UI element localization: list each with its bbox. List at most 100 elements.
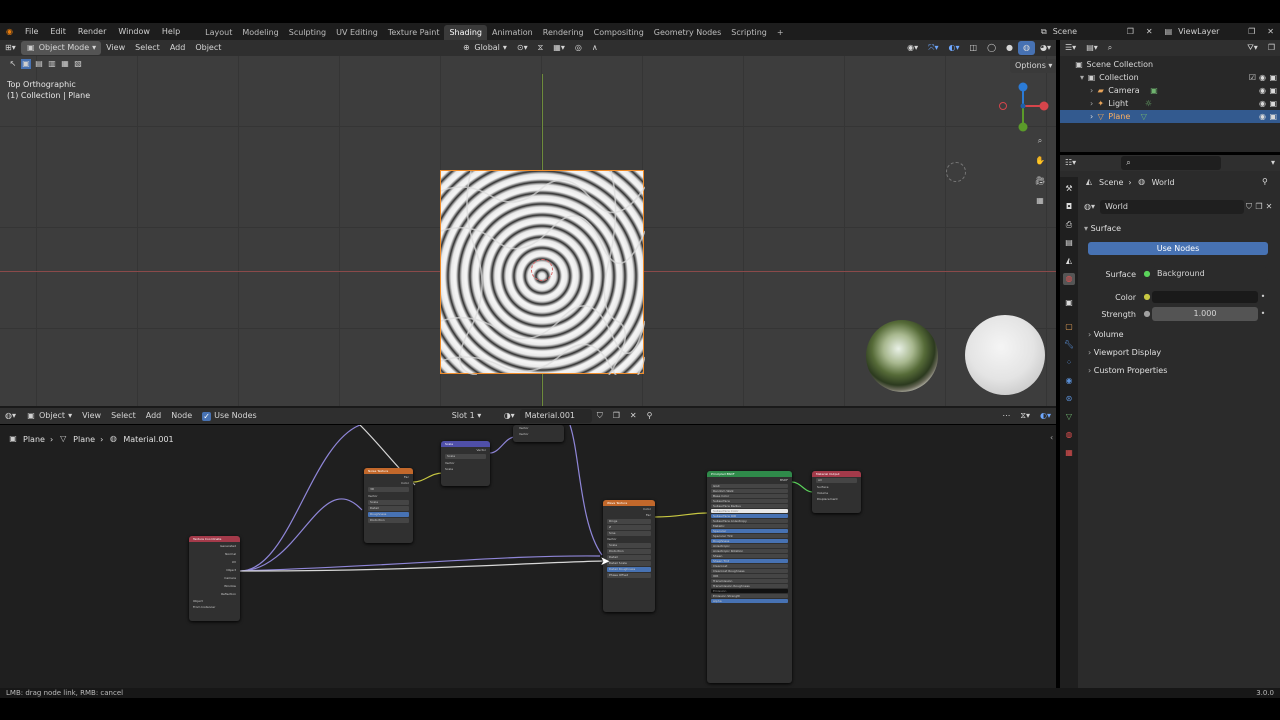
eye-icon[interactable]: ◉	[1259, 97, 1266, 110]
material-name-field[interactable]: Material.001	[519, 409, 592, 423]
bsdf-field[interactable]: Subsurface IOR	[711, 514, 788, 518]
node-menu-view[interactable]: View	[77, 409, 106, 423]
wave-texture-node[interactable]: Wave Texture Color Fac Rings Z Sine Vect…	[603, 500, 655, 612]
select-box-icon[interactable]: ▣	[21, 59, 31, 69]
keyframe-dot-icon[interactable]: •	[1258, 309, 1268, 319]
add-workspace-button[interactable]: +	[772, 25, 789, 40]
bsdf-field[interactable]: Emission Strength	[711, 594, 788, 598]
color-socket-icon[interactable]: ●	[1142, 292, 1152, 302]
menu-file[interactable]: File	[19, 23, 44, 40]
3d-viewport[interactable]: ↖ ▣ ▤ ▥ ▦ ▧ Top Orthographic (1) Collect…	[0, 56, 1056, 406]
pivot-icon[interactable]: ⊙▾	[512, 41, 533, 55]
delete-scene-icon[interactable]: ✕	[1140, 23, 1159, 40]
bsdf-field[interactable]: GGX	[711, 484, 788, 488]
tab-scripting[interactable]: Scripting	[726, 25, 772, 40]
distortion-field[interactable]: Distortion	[368, 518, 409, 523]
bsdf-field[interactable]: Base Color	[711, 494, 788, 498]
pin-icon[interactable]: ⚲	[1262, 177, 1268, 186]
properties-options-icon[interactable]: ▾	[1266, 156, 1280, 170]
blender-logo-icon[interactable]: ◉	[0, 23, 19, 40]
from-instancer-checkbox[interactable]: From Instancer	[189, 604, 240, 610]
viewport-display-panel-header[interactable]: › Viewport Display	[1088, 348, 1161, 357]
node-snap-icon[interactable]: ⋯	[997, 409, 1015, 423]
scale-field[interactable]: Scale	[607, 543, 651, 548]
bsdf-field[interactable]: Alpha	[711, 599, 788, 603]
operation-dropdown[interactable]: Scale	[445, 454, 486, 459]
material-browse-icon[interactable]: ◑▾	[499, 409, 520, 423]
tab-sculpting[interactable]: Sculpting	[284, 25, 331, 40]
unlink-world-icon[interactable]: ✕	[1264, 202, 1274, 212]
tab-rendering[interactable]: Rendering	[538, 25, 589, 40]
new-scene-icon[interactable]: ❐	[1121, 23, 1140, 40]
falloff-icon[interactable]: ∧	[587, 41, 603, 55]
new-collection-icon[interactable]: ❐	[1263, 41, 1280, 55]
bsdf-field[interactable]: Metallic	[711, 524, 788, 528]
menu-view[interactable]: View	[101, 41, 130, 55]
bsdf-field[interactable]: Subsurface Anisotropy	[711, 519, 788, 523]
phase-offset-field[interactable]: Phase Offset	[607, 573, 651, 578]
outliner-row-plane[interactable]: › ▽ Plane ▽ ◉ ▣	[1060, 110, 1280, 123]
bsdf-field[interactable]: Anisotropic Rotation	[711, 549, 788, 553]
expand-arrow-icon[interactable]: ›	[1090, 99, 1093, 108]
detail-scale-field[interactable]: Detail Scale	[607, 561, 651, 566]
bsdf-field[interactable]: Subsurface Radius	[711, 504, 788, 508]
bsdf-field[interactable]: IOR	[711, 574, 788, 578]
data-tab-icon[interactable]: ▽	[1063, 411, 1075, 423]
bsdf-field[interactable]: Sheen Tint	[711, 559, 788, 563]
profile-dropdown[interactable]: Sine	[607, 531, 651, 536]
eye-icon[interactable]: ◉	[1259, 71, 1266, 84]
bsdf-field[interactable]: Anisotropic	[711, 544, 788, 548]
output-tab-icon[interactable]: ⎙	[1063, 219, 1075, 231]
tab-shading[interactable]: Shading	[444, 24, 487, 40]
grid-view-icon[interactable]: ▦	[1034, 196, 1046, 208]
node-menu-add[interactable]: Add	[141, 409, 167, 423]
keyframe-dot-icon[interactable]: •	[1258, 292, 1268, 302]
volume-panel-header[interactable]: › Volume	[1088, 330, 1124, 339]
select-tool-icon[interactable]: ↖	[8, 59, 18, 69]
node-overlay-icon[interactable]: ⧖▾	[1015, 409, 1035, 423]
physics-tab-icon[interactable]: ◉	[1063, 375, 1075, 387]
outliner-row-light[interactable]: › ✦ Light ☼ ◉ ▣	[1060, 97, 1280, 110]
bsdf-field[interactable]: Random Walk	[711, 489, 788, 493]
shading-material-icon[interactable]: ◍	[1018, 41, 1035, 55]
noise-texture-node[interactable]: Noise Texture Fac Color 3D Vector Scale …	[364, 468, 413, 543]
vector-scale-node[interactable]: Scale Vector Scale Vector Scale	[441, 441, 490, 486]
use-nodes-button[interactable]: Use Nodes	[1088, 242, 1268, 255]
visibility-icon[interactable]: ◉▾	[902, 41, 923, 55]
proportional-edit-icon[interactable]: ◎	[570, 41, 587, 55]
bsdf-field[interactable]: Sheen	[711, 554, 788, 558]
expand-arrow-icon[interactable]: ›	[1090, 112, 1093, 121]
node-menu-node[interactable]: Node	[166, 409, 197, 423]
node-gizmo-icon[interactable]: ◐▾	[1035, 409, 1056, 423]
select-extend-icon[interactable]: ▤	[34, 59, 44, 69]
direction-dropdown[interactable]: Z	[607, 525, 651, 530]
color-swatch[interactable]	[1152, 291, 1258, 303]
menu-object[interactable]: Object	[190, 41, 226, 55]
surface-shader-dropdown[interactable]: Background	[1152, 267, 1268, 281]
object-tab-icon[interactable]: ▢	[1063, 321, 1075, 333]
menu-add[interactable]: Add	[165, 41, 191, 55]
constraints-tab-icon[interactable]: ⊛	[1063, 393, 1075, 405]
tab-layout[interactable]: Layout	[200, 25, 237, 40]
light-gizmo-icon[interactable]	[946, 162, 966, 182]
options-dropdown[interactable]: Options ▾	[1010, 59, 1056, 73]
outliner-row-camera[interactable]: › ▰ Camera ▣ ◉ ▣	[1060, 84, 1280, 97]
unlink-material-icon[interactable]: ✕	[625, 409, 642, 423]
bsdf-field[interactable]: Subsurface	[711, 499, 788, 503]
duplicate-material-icon[interactable]: ❐	[608, 409, 625, 423]
world-browse-icon[interactable]: ◍▾	[1084, 202, 1095, 212]
dimension-dropdown[interactable]: 3D	[368, 487, 409, 492]
use-nodes-toggle[interactable]: ✓ Use Nodes	[197, 409, 262, 423]
particles-tab-icon[interactable]: ⁘	[1063, 357, 1075, 369]
texture-coordinate-node[interactable]: Texture Coordinate Generated Normal UV O…	[189, 536, 240, 621]
delete-view-layer-icon[interactable]: ✕	[1261, 23, 1280, 40]
properties-search-icon[interactable]: ⌕	[1121, 156, 1222, 170]
world-name-field[interactable]: World	[1100, 200, 1244, 214]
wave-type-dropdown[interactable]: Rings	[607, 519, 651, 524]
custom-properties-panel-header[interactable]: › Custom Properties	[1088, 366, 1167, 375]
tool-tab-icon[interactable]: ⚒	[1063, 183, 1075, 195]
properties-editor-icon[interactable]: ☷▾	[1060, 156, 1081, 170]
material-output-node[interactable]: Material Output All Surface Volume Displ…	[812, 471, 861, 513]
outliner-scene-collection[interactable]: ▣ Scene Collection	[1060, 58, 1280, 71]
texture-tab-icon[interactable]: ▦	[1063, 447, 1075, 459]
